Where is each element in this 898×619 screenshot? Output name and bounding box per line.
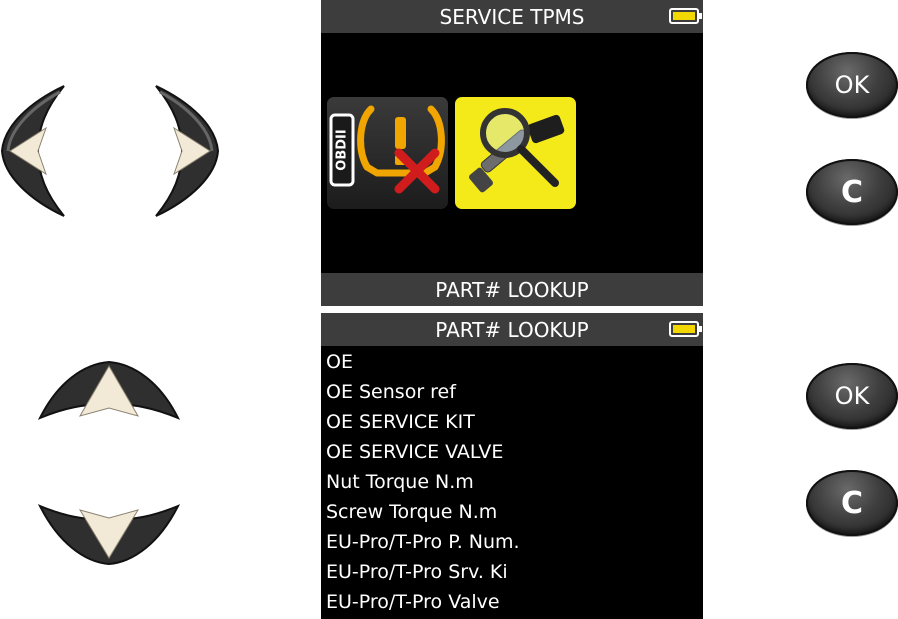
arrow-down-icon <box>38 504 180 566</box>
right-arrow-button[interactable] <box>150 84 220 218</box>
arrow-up-icon <box>38 360 180 420</box>
screen-title-bar: SERVICE TPMS <box>321 0 703 33</box>
screen-title: SERVICE TPMS <box>439 4 585 29</box>
battery-icon <box>669 8 702 24</box>
c-button-label: C <box>840 174 864 210</box>
screen-title-bar: PART# LOOKUP <box>321 313 703 346</box>
service-tpms-screen: SERVICE TPMS OBDII PART# LOOKUP <box>321 0 703 306</box>
obdii-tile[interactable]: OBDII <box>327 97 448 209</box>
menu-item-nut-torque[interactable]: Nut Torque N.m <box>321 467 703 497</box>
part-lookup-menu: OE OE Sensor ref OE SERVICE KIT OE SERVI… <box>321 347 703 617</box>
sensor-magnifier-icon <box>469 108 565 193</box>
arrow-right-icon <box>155 85 220 217</box>
menu-item-eu-pro-valve[interactable]: EU-Pro/T-Pro Valve <box>321 587 703 617</box>
c-button-bottom[interactable]: C <box>806 470 898 536</box>
selected-item-bar: PART# LOOKUP <box>321 273 703 306</box>
ok-button-label: OK <box>834 382 870 410</box>
ok-button-top[interactable]: OK <box>806 52 898 118</box>
menu-item-screw-torque[interactable]: Screw Torque N.m <box>321 497 703 527</box>
c-button-top[interactable]: C <box>806 159 898 225</box>
selected-item-label: PART# LOOKUP <box>435 277 589 302</box>
ok-button-label: OK <box>834 71 870 99</box>
screen-title: PART# LOOKUP <box>435 317 589 342</box>
ok-button-bottom[interactable]: OK <box>806 363 898 429</box>
menu-item-oe-service-valve[interactable]: OE SERVICE VALVE <box>321 437 703 467</box>
arrow-left-icon <box>0 85 65 217</box>
menu-item-eu-pro-part-number[interactable]: EU-Pro/T-Pro P. Num. <box>321 527 703 557</box>
obdii-tpms-warning-disabled-icon: OBDII <box>329 105 445 194</box>
up-arrow-button[interactable] <box>38 360 180 426</box>
menu-item-eu-pro-service-kit[interactable]: EU-Pro/T-Pro Srv. Ki <box>321 557 703 587</box>
down-arrow-button[interactable] <box>38 498 180 566</box>
part-lookup-screen: PART# LOOKUP OE OE Sensor ref OE SERVICE… <box>321 313 703 619</box>
part-lookup-tile[interactable] <box>455 97 576 209</box>
c-button-label: C <box>840 485 864 521</box>
menu-item-oe[interactable]: OE <box>321 347 703 377</box>
left-arrow-button[interactable] <box>0 84 70 218</box>
battery-icon <box>669 321 702 337</box>
menu-item-oe-sensor-ref[interactable]: OE Sensor ref <box>321 377 703 407</box>
menu-item-oe-service-kit[interactable]: OE SERVICE KIT <box>321 407 703 437</box>
obdii-badge-text: OBDII <box>335 129 350 170</box>
